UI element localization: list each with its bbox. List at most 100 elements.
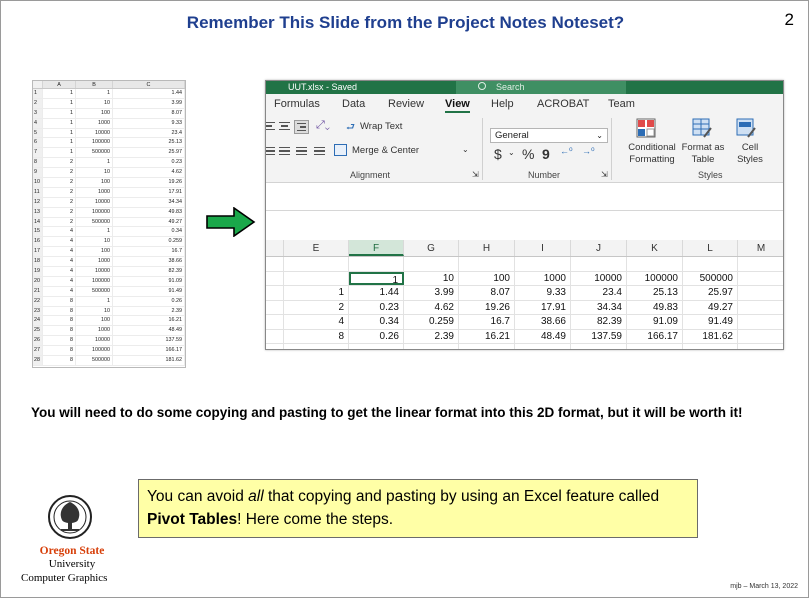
- decrease-indent-icon[interactable]: [296, 147, 307, 156]
- grid-cell[interactable]: 166.17: [627, 329, 683, 343]
- percent-button[interactable]: %: [522, 146, 534, 162]
- column-header-h[interactable]: H: [459, 240, 515, 256]
- column-header-e[interactable]: E: [284, 240, 349, 256]
- search-box[interactable]: Search: [456, 81, 626, 94]
- grid-cell[interactable]: 10: [404, 271, 459, 285]
- grid-cell[interactable]: 3.99: [404, 286, 459, 300]
- conditional-formatting-label-2[interactable]: Formatting: [622, 154, 682, 165]
- grid-cell[interactable]: 16.7: [459, 315, 515, 329]
- grid-cell[interactable]: [515, 344, 571, 349]
- cell-styles-label-1[interactable]: Cell: [730, 142, 770, 153]
- grid-cell[interactable]: 0.259: [404, 315, 459, 329]
- format-as-table-label-2[interactable]: Table: [678, 154, 728, 165]
- grid-cell[interactable]: [738, 330, 783, 344]
- grid-cell[interactable]: [683, 257, 738, 271]
- grid-cell[interactable]: 1.44: [349, 286, 404, 300]
- orientation-icon[interactable]: ⤢⌄: [316, 119, 330, 132]
- grid-cell[interactable]: 49.83: [627, 300, 683, 314]
- grid-cell[interactable]: 0.23: [349, 300, 404, 314]
- grid-cell[interactable]: 4: [284, 315, 349, 329]
- grid-cell[interactable]: [738, 301, 783, 315]
- grid-cell[interactable]: 8: [284, 329, 349, 343]
- grid-cell[interactable]: 19.26: [459, 300, 515, 314]
- merge-center-button[interactable]: Merge & Center: [352, 145, 419, 156]
- grid-cell[interactable]: 82.39: [571, 315, 627, 329]
- grid-cell[interactable]: [515, 257, 571, 271]
- grid-cell[interactable]: [571, 257, 627, 271]
- grid-cell[interactable]: 8.07: [459, 286, 515, 300]
- grid-cell[interactable]: 91.09: [627, 315, 683, 329]
- decrease-decimal-icon[interactable]: →⁰: [582, 146, 595, 157]
- wrap-text-button[interactable]: Wrap Text: [360, 121, 402, 132]
- grid-cell[interactable]: [284, 257, 349, 271]
- align-left-icon[interactable]: [266, 122, 275, 131]
- align-right-icon[interactable]: [294, 120, 309, 134]
- currency-button[interactable]: $: [494, 146, 502, 162]
- grid-row-header[interactable]: [266, 300, 284, 314]
- grid-cell[interactable]: 100: [459, 271, 515, 285]
- grid-cell[interactable]: 2: [284, 300, 349, 314]
- align-center-icon[interactable]: [279, 122, 290, 131]
- grid-cell[interactable]: [738, 315, 783, 329]
- grid-cell[interactable]: 9.33: [515, 286, 571, 300]
- grid-cell[interactable]: 38.66: [515, 315, 571, 329]
- grid-cell[interactable]: 137.59: [571, 329, 627, 343]
- chevron-down-icon[interactable]: ⌄: [508, 148, 515, 157]
- grid-cell[interactable]: [738, 344, 783, 349]
- grid-cell[interactable]: 4.62: [404, 300, 459, 314]
- alignment-dialog-launcher-icon[interactable]: ⇲: [472, 170, 479, 179]
- cell-styles-label-2[interactable]: Styles: [730, 154, 770, 165]
- grid-cell[interactable]: [571, 344, 627, 349]
- grid-cell[interactable]: 49.27: [683, 300, 738, 314]
- grid-cell[interactable]: 48.49: [515, 329, 571, 343]
- indent-left-icon[interactable]: [266, 147, 275, 156]
- grid-cell[interactable]: 500000: [683, 271, 738, 285]
- column-header-k[interactable]: K: [627, 240, 683, 256]
- grid-cell[interactable]: [349, 344, 404, 349]
- column-header-m[interactable]: M: [738, 240, 783, 256]
- grid-cell[interactable]: 1000: [515, 271, 571, 285]
- grid-cell[interactable]: 181.62: [683, 329, 738, 343]
- tab-team[interactable]: Team: [608, 98, 635, 110]
- grid-cell[interactable]: [627, 257, 683, 271]
- grid-row-header[interactable]: [266, 315, 284, 329]
- grid-row-header[interactable]: [266, 286, 284, 300]
- grid-cell[interactable]: 25.97: [683, 286, 738, 300]
- grid-cell[interactable]: [683, 344, 738, 349]
- grid-cell[interactable]: 1: [349, 271, 404, 286]
- justify-icon[interactable]: [279, 147, 290, 156]
- grid-cell[interactable]: 1: [284, 286, 349, 300]
- grid-cell[interactable]: [738, 286, 783, 300]
- column-header-g[interactable]: G: [404, 240, 459, 256]
- grid-cell[interactable]: [404, 257, 459, 271]
- column-header-j[interactable]: J: [571, 240, 627, 256]
- number-format-dropdown[interactable]: General ⌄: [490, 128, 608, 143]
- grid-cell[interactable]: [627, 344, 683, 349]
- grid-cell[interactable]: 100000: [627, 271, 683, 285]
- grid-cell[interactable]: 10000: [571, 271, 627, 285]
- grid-cell[interactable]: 2.39: [404, 329, 459, 343]
- grid-row-header[interactable]: [266, 344, 284, 349]
- grid-cell[interactable]: 23.4: [571, 286, 627, 300]
- formula-bar[interactable]: [266, 183, 783, 211]
- grid-cell[interactable]: [459, 344, 515, 349]
- grid-cell[interactable]: [738, 272, 783, 286]
- tab-data[interactable]: Data: [342, 98, 365, 110]
- tab-formulas[interactable]: Formulas: [274, 98, 320, 110]
- grid-cell[interactable]: 17.91: [515, 300, 571, 314]
- grid-cell[interactable]: [738, 257, 783, 271]
- tab-review[interactable]: Review: [388, 98, 424, 110]
- grid-cell[interactable]: 16.21: [459, 329, 515, 343]
- comma-style-button[interactable]: 9: [542, 146, 550, 162]
- grid-cell[interactable]: [284, 271, 349, 285]
- grid-cell[interactable]: [349, 257, 404, 271]
- grid-row-header[interactable]: [266, 257, 284, 271]
- grid-cell[interactable]: 34.34: [571, 300, 627, 314]
- conditional-formatting-label-1[interactable]: Conditional: [622, 142, 682, 153]
- column-header-f[interactable]: F: [349, 240, 404, 256]
- grid-row-header[interactable]: [266, 271, 284, 285]
- chevron-down-icon[interactable]: ⌄: [462, 145, 469, 154]
- increase-indent-icon[interactable]: [314, 147, 325, 156]
- grid-cell[interactable]: [459, 257, 515, 271]
- grid-cell[interactable]: [404, 344, 459, 349]
